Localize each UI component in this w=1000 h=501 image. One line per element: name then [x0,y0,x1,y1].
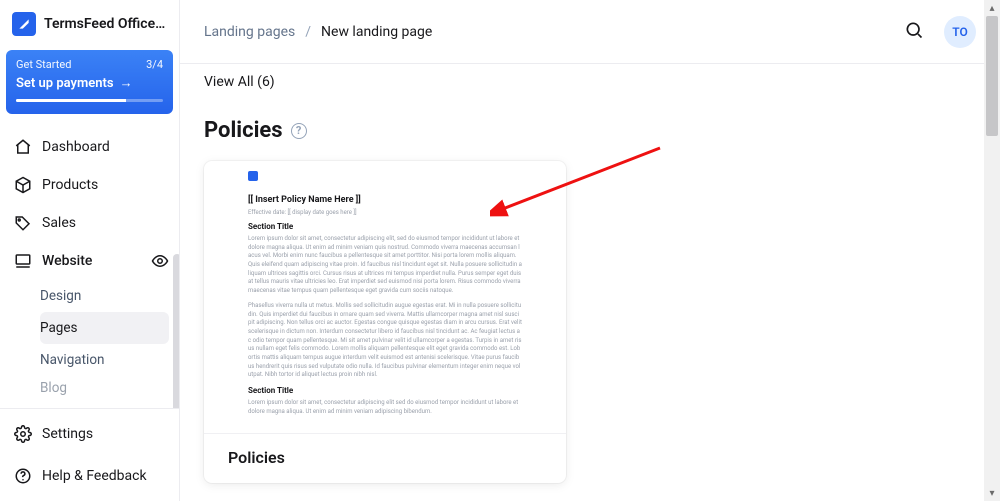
tag-icon [14,214,32,232]
sidebar-item-sales[interactable]: Sales [0,204,179,242]
section-title: Policies [204,118,283,143]
scroll-up-icon[interactable]: ▴ [984,0,1000,16]
breadcrumb: Landing pages / New landing page [204,24,432,40]
get-started-card[interactable]: Get Started 3/4 Set up payments → [6,50,173,114]
sidebar-item-label: Website [42,253,92,269]
breadcrumb-sep: / [305,24,311,40]
view-all-link[interactable]: View All (6) [204,74,976,90]
sidebar-item-label: Blog [40,380,67,396]
sidebar: TermsFeed Office... Get Started 3/4 Set … [0,0,180,501]
help-icon [14,467,32,485]
preview-h2: Section Title [248,386,522,395]
sidebar-sub-blog[interactable]: Blog [40,376,179,396]
sidebar-item-label: Settings [42,426,93,442]
sidebar-website-sub: Design Pages Navigation Blog [0,280,179,396]
arrow-right-icon: → [120,75,133,91]
sidebar-sub-pages[interactable]: Pages [40,312,169,344]
search-icon[interactable] [904,20,924,44]
sidebar-item-label: Sales [42,215,76,231]
sidebar-item-dashboard[interactable]: Dashboard [0,128,179,166]
sidebar-item-label: Pages [40,320,78,336]
sidebar-scrollbar[interactable] [173,254,179,408]
sidebar-item-label: Navigation [40,352,104,368]
template-preview: [[ Insert Policy Name Here ]] Effective … [204,161,566,433]
breadcrumb-parent[interactable]: Landing pages [204,24,295,40]
sidebar-item-label: Products [42,177,98,193]
content: View All (6) Policies ? [[ Insert Policy… [180,64,1000,501]
sidebar-item-help[interactable]: Help & Feedback [0,455,179,497]
app-root: TermsFeed Office... Get Started 3/4 Set … [0,0,1000,501]
sidebar-bottom: Settings Help & Feedback [0,408,179,501]
scroll-down-icon[interactable]: ▾ [984,485,1000,501]
template-card-policies[interactable]: [[ Insert Policy Name Here ]] Effective … [204,161,566,483]
main: Landing pages / New landing page TO View… [180,0,1000,501]
preview-title: [[ Insert Policy Name Here ]] [248,195,522,205]
home-icon [14,138,32,156]
sidebar-sub-navigation[interactable]: Navigation [40,344,179,376]
page-scrollbar-thumb[interactable] [986,16,998,136]
preview-date: Effective date: [[ display date goes her… [248,209,522,216]
get-started-count: 3/4 [146,58,163,71]
get-started-progress [16,99,163,102]
brand[interactable]: TermsFeed Office... [0,8,179,46]
breadcrumb-current: New landing page [321,24,432,40]
page-scrollbar[interactable]: ▴ ▾ [984,0,1000,501]
sidebar-scrollbar-thumb[interactable] [173,254,179,408]
preview-greek-1: Lorem ipsum dolor sit amet, consectetur … [248,235,522,296]
topbar: Landing pages / New landing page TO [180,0,1000,64]
get-started-cta: Set up payments [16,76,114,91]
sidebar-item-products[interactable]: Products [0,166,179,204]
sidebar-nav: Dashboard Products Sales [0,124,179,396]
monitor-icon [14,252,32,270]
top-actions: TO [904,16,976,48]
avatar-initials: TO [952,25,968,39]
avatar[interactable]: TO [944,16,976,48]
sidebar-item-website[interactable]: Website [0,242,179,280]
get-started-label: Get Started [16,58,71,71]
sidebar-item-label: Help & Feedback [42,468,147,484]
preview-greek-3: Lorem ipsum dolor sit amet, consectetur … [248,399,522,416]
preview-greek-2: Phasellus viverra nulla ut metus. Mollis… [248,302,522,380]
preview-h1: Section Title [248,222,522,231]
sidebar-sub-design[interactable]: Design [40,280,179,312]
section-title-row: Policies ? [204,118,976,143]
brand-icon [12,12,36,36]
eye-icon[interactable] [151,252,169,274]
sidebar-nav-scroll: Dashboard Products Sales [0,124,179,408]
sidebar-item-label: Design [40,288,81,304]
box-icon [14,176,32,194]
sidebar-item-settings[interactable]: Settings [0,413,179,455]
sidebar-item-label: Dashboard [42,139,110,155]
brand-name: TermsFeed Office... [44,16,167,32]
template-card-label: Policies [204,433,566,483]
preview-brand-icon [248,171,258,181]
section-help-icon[interactable]: ? [291,123,307,139]
gear-icon [14,425,32,443]
